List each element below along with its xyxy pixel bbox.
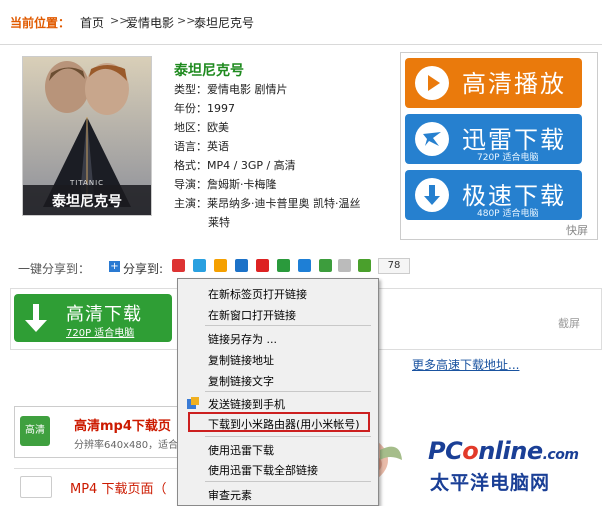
menu-separator	[205, 436, 371, 437]
mp4-icon	[20, 476, 52, 498]
menu-send-to-phone[interactable]: 发送链接到手机	[208, 396, 285, 412]
thunder-download-button[interactable]: 迅雷下载 720P 适合电脑	[405, 114, 582, 164]
fast-download-button[interactable]: 极速下载 480P 适合电脑	[405, 170, 582, 220]
more-download-link[interactable]: 更多高速下载地址...	[412, 356, 519, 373]
menu-download-mi-router[interactable]: 下载到小米路由器(用小米帐号)	[208, 416, 360, 432]
mp4-subtitle: 分辨率640x480，适合	[74, 440, 179, 451]
info-format: 格式：MP4 / 3GP / 高清	[174, 159, 296, 172]
fast-download-sub: 480P 适合电脑	[477, 209, 539, 219]
renren-icon[interactable]	[235, 259, 248, 272]
breadcrumb-separator: >>	[177, 14, 196, 27]
weibo-icon[interactable]	[172, 259, 185, 272]
hd-download-sub: 720P 适合电脑	[66, 328, 135, 339]
mp4-title[interactable]: 高清mp4下载页	[74, 415, 171, 434]
plus-share-icon[interactable]: +	[109, 261, 120, 272]
info-cast-cont: 莱特	[208, 216, 230, 229]
menu-separator	[205, 325, 371, 326]
divider	[14, 468, 180, 469]
menu-copy-link-address[interactable]: 复制链接地址	[208, 352, 274, 368]
play-icon	[415, 66, 449, 100]
menu-separator	[205, 391, 371, 392]
breadcrumb-category[interactable]: 爱情电影	[126, 14, 174, 31]
menu-thunder-download[interactable]: 使用迅雷下载	[208, 442, 274, 458]
poster-caption-cn: 泰坦尼克号	[52, 194, 122, 210]
kuaiping-link[interactable]: 快屏	[566, 222, 588, 238]
douban-icon[interactable]	[277, 259, 290, 272]
jieping-link[interactable]: 截屏	[558, 315, 580, 331]
hd-download-button[interactable]: 高清下载 720P 适合电脑	[14, 294, 172, 342]
movie-poster[interactable]: TITANIC 泰坦尼克号	[22, 56, 152, 216]
share-to-label: 分享到:	[123, 262, 164, 276]
menu-save-link-as[interactable]: 链接另存为 ...	[208, 331, 277, 347]
mp4-page-title[interactable]: MP4 下载页面（	[70, 478, 166, 497]
hd-badge-icon: 高清	[20, 416, 50, 446]
share-label: 一键分享到：	[18, 262, 91, 276]
menu-copy-link-text[interactable]: 复制链接文字	[208, 373, 274, 389]
phone-icon	[186, 396, 200, 410]
breadcrumb-label: 当前位置：	[10, 16, 71, 30]
pconline-cn-logo: 太平洋电脑网	[430, 472, 551, 494]
qzone-icon[interactable]	[193, 259, 206, 272]
info-region: 地区：欧美	[174, 121, 229, 134]
download-arrow-icon	[415, 178, 449, 212]
clover-icon[interactable]	[358, 259, 371, 272]
poster-caption-en: TITANIC	[69, 179, 105, 187]
thunder-bird-icon	[415, 122, 449, 156]
movie-title[interactable]: 泰坦尼克号	[174, 60, 244, 80]
kaixin-icon[interactable]	[256, 259, 269, 272]
download-arrow-icon	[20, 300, 52, 336]
play-hd-label: 高清播放	[462, 70, 566, 98]
menu-separator	[205, 481, 371, 482]
play-hd-button[interactable]: 高清播放	[405, 58, 582, 108]
tieba-icon[interactable]	[319, 259, 332, 272]
breadcrumb-home[interactable]: 首页	[80, 14, 104, 31]
info-type: 类型：爱情电影 剧情片	[174, 83, 288, 96]
info-director: 导演：詹姆斯·卡梅隆	[174, 178, 277, 191]
pconline-logo: PConline.com	[428, 437, 579, 465]
thunder-download-sub: 720P 适合电脑	[477, 153, 539, 163]
menu-inspect-element[interactable]: 审查元素	[208, 487, 252, 503]
copy-icon[interactable]	[338, 259, 351, 272]
info-language: 语言：英语	[174, 140, 229, 153]
baidu-icon[interactable]	[298, 259, 311, 272]
menu-open-new-window[interactable]: 在新窗口打开链接	[208, 307, 296, 323]
menu-open-new-tab[interactable]: 在新标签页打开链接	[208, 286, 307, 302]
hd-download-label: 高清下载	[66, 304, 142, 325]
menu-thunder-download-all[interactable]: 使用迅雷下载全部链接	[208, 462, 318, 478]
info-year: 年份：1997	[174, 102, 235, 115]
info-cast: 主演：莱昂纳多·迪卡普里奥 凯特·温丝	[174, 197, 361, 210]
breadcrumb-current: 泰坦尼克号	[194, 16, 255, 30]
star-share-icon[interactable]	[214, 259, 227, 272]
share-count: 78	[378, 258, 410, 274]
